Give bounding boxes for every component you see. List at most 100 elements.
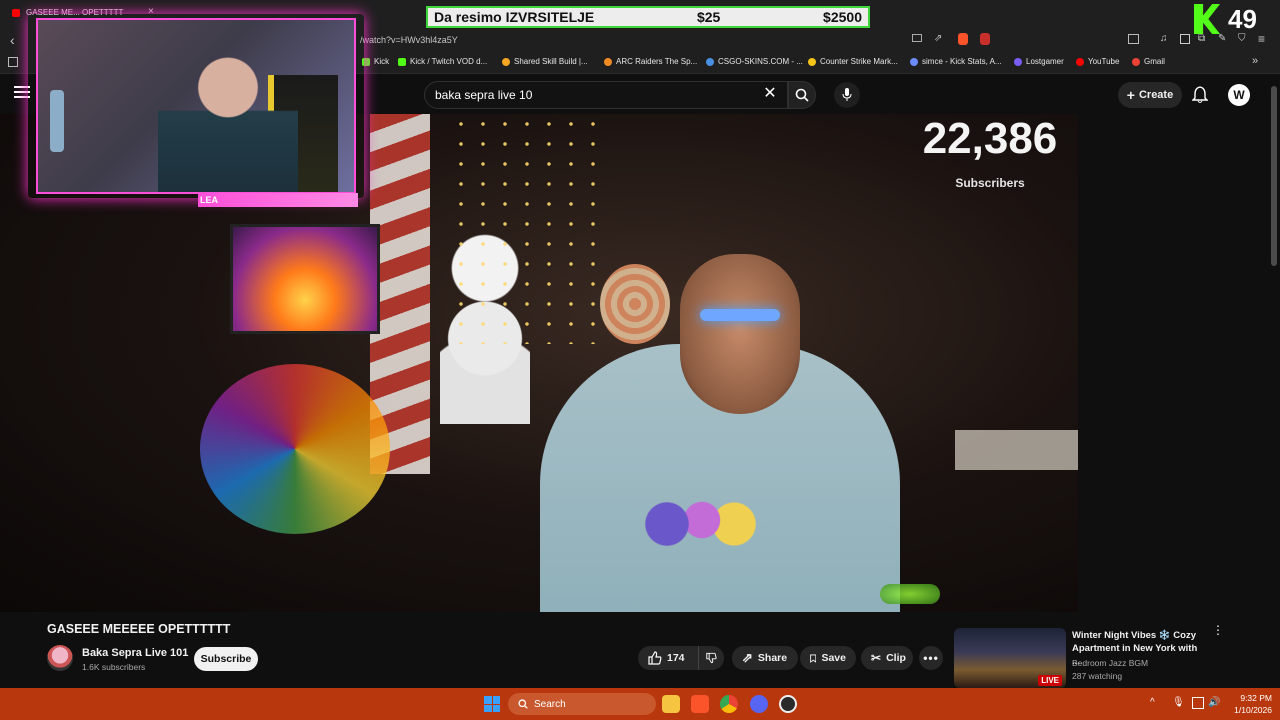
bookmark-favicon-icon [1132, 57, 1140, 66]
bookmark-label: Shared Skill Build |... [514, 57, 588, 66]
water-bottle [50, 90, 64, 152]
kick-viewer-badge: 49 [1190, 4, 1280, 34]
search-button[interactable] [788, 81, 816, 109]
browser-menu-icon[interactable]: ≡ [1258, 32, 1265, 46]
create-label: Create [1138, 89, 1174, 101]
more-horizontal-icon: ••• [923, 651, 939, 665]
thumbs-down-icon [706, 652, 717, 664]
clear-search-icon[interactable]: ✕ [762, 86, 778, 102]
more-vertical-icon[interactable]: ⋮ [1212, 624, 1224, 642]
more-actions-button[interactable]: ••• [919, 646, 943, 670]
streamer-face [680, 254, 800, 414]
subscribe-button[interactable]: Subscribe [194, 647, 258, 671]
subscriber-count-overlay: 22,386 [922, 114, 1058, 163]
bookmark-label: YouTube [1088, 57, 1120, 66]
recommended-video-channel[interactable]: Bedroom Jazz BGM [1072, 658, 1148, 668]
extensions-icon[interactable]: ✎ [1218, 33, 1226, 44]
scissors-icon: ✂ [871, 651, 882, 665]
bookmark-item[interactable]: Kick [362, 57, 389, 66]
volume-icon[interactable]: 🔊 [1208, 697, 1220, 709]
share-button[interactable]: ⇗ Share [732, 646, 798, 670]
url-text[interactable]: /watch?v=HWv3hl4za5Y [360, 35, 458, 45]
back-icon[interactable]: ‹ [10, 32, 15, 48]
lollipop-decoration [600, 264, 670, 344]
share-icon: ⇗ [742, 650, 753, 665]
bookmark-item[interactable]: Gmail [1132, 57, 1165, 66]
search-icon [518, 699, 528, 709]
bookmark-item[interactable]: Counter Strike Mark... [808, 57, 898, 66]
brave-shield-icon[interactable] [958, 33, 968, 45]
account-avatar[interactable]: W [1228, 84, 1250, 106]
overlay-pink-label: LEA [200, 195, 218, 205]
windows-start-icon[interactable] [484, 696, 500, 712]
create-button[interactable]: + Create [1118, 82, 1182, 108]
live-badge: LIVE [1038, 675, 1062, 686]
bookmark-item[interactable]: Lostgamer [1014, 57, 1064, 66]
taskbar-search[interactable]: Search [508, 693, 656, 715]
overlay-pink-bar [198, 193, 358, 207]
discord-icon[interactable] [750, 695, 768, 713]
search-box[interactable] [424, 81, 788, 109]
bookmark-label: Gmail [1144, 57, 1165, 66]
taskbar-date[interactable]: 1/10/2026 [1222, 705, 1272, 715]
bookmark-item[interactable]: CSGO-SKINS.COM - ... [706, 57, 803, 66]
bookmark-item[interactable]: simce - Kick Stats, A... [910, 57, 1002, 66]
bookmark-label: Counter Strike Mark... [820, 57, 898, 66]
media-icon[interactable]: ♫ [1160, 33, 1168, 44]
avatar-letter: W [1233, 88, 1245, 102]
bookmark-label: CSGO-SKINS.COM - ... [718, 57, 803, 66]
bookmark-favicon-icon [910, 57, 918, 66]
obs-icon[interactable] [779, 695, 797, 713]
bookmark-item[interactable]: ARC Raiders The Sp... [604, 57, 697, 66]
cast-icon[interactable] [912, 34, 922, 42]
recommended-video-thumbnail[interactable]: LIVE [954, 628, 1066, 688]
right-sidebar [1078, 114, 1280, 612]
voice-search-button[interactable] [834, 82, 860, 108]
bookmark-favicon-icon [808, 57, 816, 66]
apps-grid-icon[interactable] [8, 57, 18, 67]
bookmark-item[interactable]: YouTube [1076, 57, 1119, 66]
video-title: GASEEE MEEEEE OPETTTTTT [47, 622, 231, 636]
bookmark-item[interactable]: Kick / Twitch VOD d... [398, 57, 487, 66]
channel-avatar[interactable] [47, 645, 73, 671]
save-button[interactable]: Save [800, 646, 856, 670]
search-input[interactable] [435, 88, 755, 102]
channel-name[interactable]: Baka Sepra Live 101 [82, 647, 188, 659]
chrome-icon[interactable] [720, 695, 738, 713]
donation-goal-amount: $2500 [823, 9, 862, 25]
share-label: Share [757, 652, 788, 664]
share-page-icon[interactable]: ⇗ [934, 33, 942, 44]
taskbar-time[interactable]: 9:32 PM [1232, 693, 1272, 703]
reader-mode-icon[interactable] [1128, 34, 1139, 44]
file-explorer-icon[interactable] [662, 695, 680, 713]
bookmark-label: Kick [374, 57, 390, 66]
side-table [955, 430, 1078, 470]
bookmark-icon[interactable]: ⧉ [1198, 33, 1205, 44]
notifications-bell-icon[interactable] [1191, 86, 1210, 104]
bookmark-save-icon [810, 654, 817, 663]
like-button[interactable]: 174 [638, 646, 698, 670]
green-light [880, 584, 940, 604]
microphone-tray-icon[interactable]: 🎙 [1172, 697, 1185, 709]
donation-goal-title: Da resimo IZVRSITELJE [434, 9, 595, 25]
bookmark-label: Lostgamer [1026, 57, 1064, 66]
brave-browser-icon[interactable] [691, 695, 709, 713]
bookmark-favicon-icon [706, 57, 714, 66]
taskbar-search-label: Search [534, 698, 566, 710]
save-label: Save [821, 652, 846, 664]
network-icon[interactable] [1192, 697, 1204, 709]
page-scrollbar[interactable] [1271, 86, 1277, 266]
bookmark-favicon-icon [502, 57, 510, 66]
thumbs-up-icon [648, 651, 662, 665]
youtube-favicon-icon [12, 9, 20, 17]
brave-rewards-icon[interactable] [980, 33, 990, 45]
plus-icon: + [1126, 87, 1135, 103]
bookmark-favicon-icon [1076, 57, 1084, 66]
bookmark-item[interactable]: Shared Skill Build |... [502, 57, 588, 66]
bookmark-favicon-icon [604, 57, 612, 66]
dislike-button[interactable] [698, 646, 724, 670]
sidebar-icon[interactable] [1180, 34, 1190, 44]
clip-button[interactable]: ✂ Clip [861, 646, 913, 670]
chevron-up-icon[interactable]: ^ [1150, 697, 1162, 709]
more-bookmarks-icon[interactable]: » [1252, 55, 1258, 67]
